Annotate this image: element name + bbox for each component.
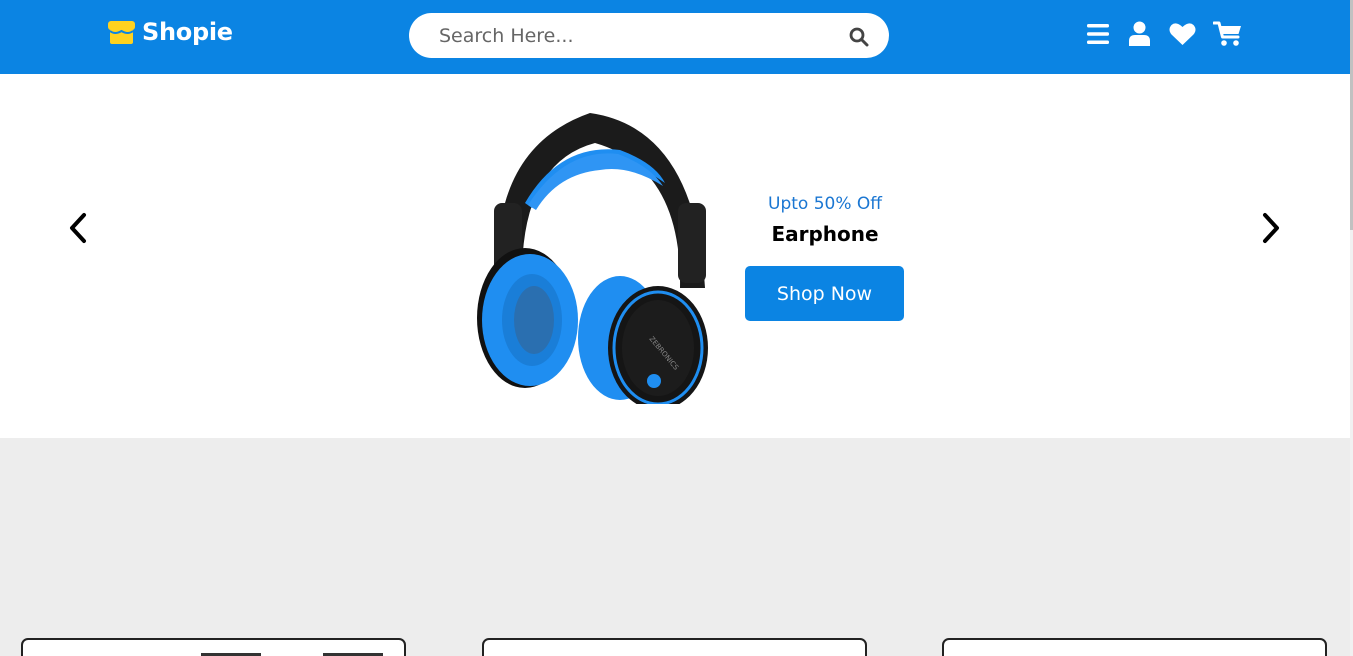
- hero-carousel: ZEBRONICS Upto 50% Off Earphone Shop Now: [0, 74, 1350, 438]
- cart-icon[interactable]: [1213, 21, 1243, 47]
- menu-icon[interactable]: [1086, 22, 1110, 46]
- site-header: Shopie: [0, 0, 1350, 74]
- shop-now-button[interactable]: Shop Now: [745, 266, 904, 321]
- product-card[interactable]: [942, 638, 1327, 656]
- product-title: Earphone: [771, 222, 879, 246]
- brand-name: Shopie: [142, 18, 233, 46]
- store-icon: [108, 20, 135, 44]
- brand-logo[interactable]: Shopie: [107, 18, 233, 46]
- search-icon[interactable]: [849, 27, 869, 47]
- headphone-image: ZEBRONICS: [477, 113, 708, 404]
- heart-icon[interactable]: [1169, 22, 1196, 46]
- product-card[interactable]: [482, 638, 867, 656]
- user-icon[interactable]: [1128, 21, 1151, 46]
- chevron-left-icon[interactable]: [67, 211, 89, 245]
- product-card[interactable]: [21, 638, 406, 656]
- chevron-right-icon[interactable]: [1260, 211, 1282, 245]
- offer-text: Upto 50% Off: [768, 194, 882, 214]
- search-bar: [409, 13, 889, 58]
- search-input[interactable]: [439, 13, 829, 58]
